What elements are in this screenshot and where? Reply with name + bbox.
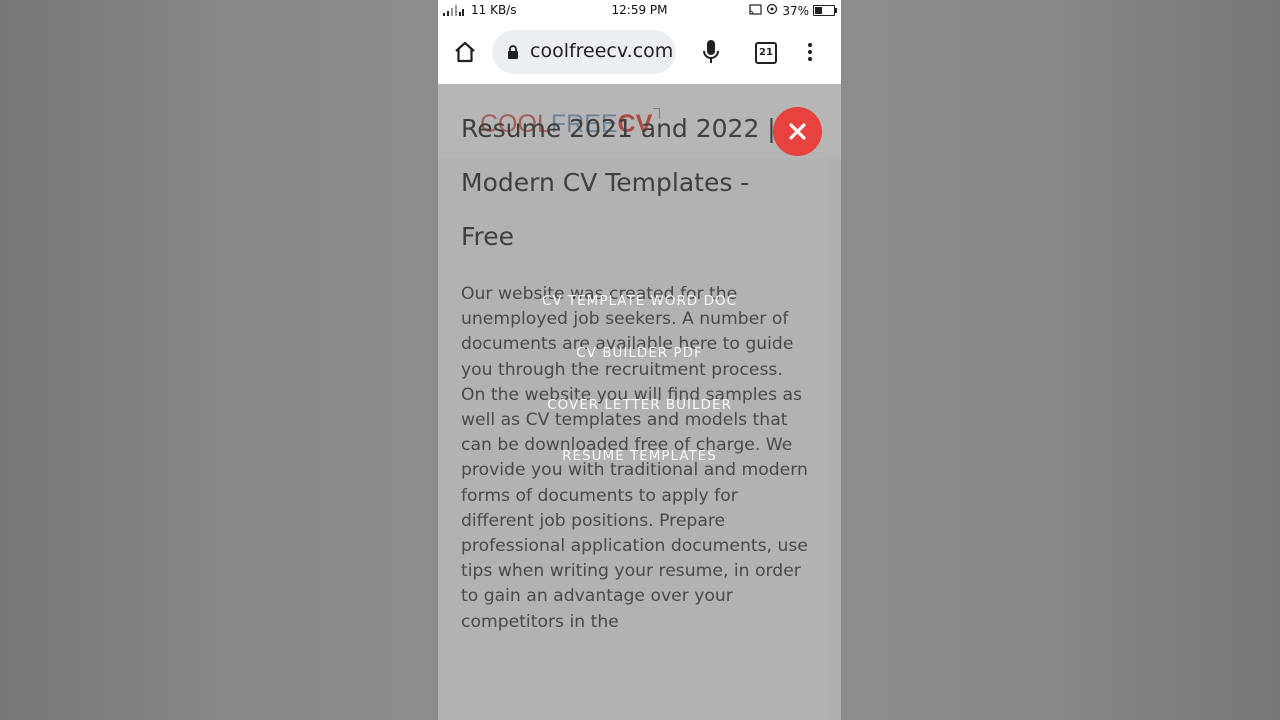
close-icon [789, 123, 806, 140]
browser-toolbar: coolfreecv.com 21 [438, 22, 841, 84]
tab-switcher-button[interactable]: 21 [755, 42, 777, 64]
home-button[interactable] [452, 39, 478, 65]
battery-icon [813, 5, 837, 16]
dot [808, 50, 812, 54]
battery-percent: 37% [782, 3, 809, 18]
data-saver-icon [766, 3, 778, 18]
close-menu-button[interactable] [773, 107, 822, 156]
address-bar[interactable]: coolfreecv.com [492, 30, 676, 74]
voice-search-button[interactable] [701, 38, 721, 66]
background-right-blur [841, 0, 1280, 720]
dot [808, 57, 812, 61]
menu-item-cv-builder-pdf[interactable]: CV BUILDER PDF [438, 345, 841, 361]
lock-icon [508, 45, 518, 59]
microphone-icon [703, 40, 719, 63]
url-text: coolfreecv.com [530, 40, 674, 62]
status-right: 37% [749, 3, 837, 18]
menu-item-cover-letter-builder[interactable]: COVER LETTER BUILDER [438, 397, 841, 413]
dot [808, 43, 812, 47]
background-left-blur [0, 0, 438, 720]
phone-screen: 11 KB/s 12:59 PM 37% coolfreecv.com 21 C… [438, 0, 841, 720]
home-icon [455, 41, 475, 63]
cast-icon [749, 3, 762, 18]
status-bar: 11 KB/s 12:59 PM 37% [438, 0, 841, 22]
more-options-button[interactable] [804, 41, 816, 63]
menu-item-cv-template-word-doc[interactable]: CV TEMPLATE WORD DOC [438, 293, 841, 309]
menu-item-resume-templates[interactable]: RESUME TEMPLATES [438, 448, 841, 464]
